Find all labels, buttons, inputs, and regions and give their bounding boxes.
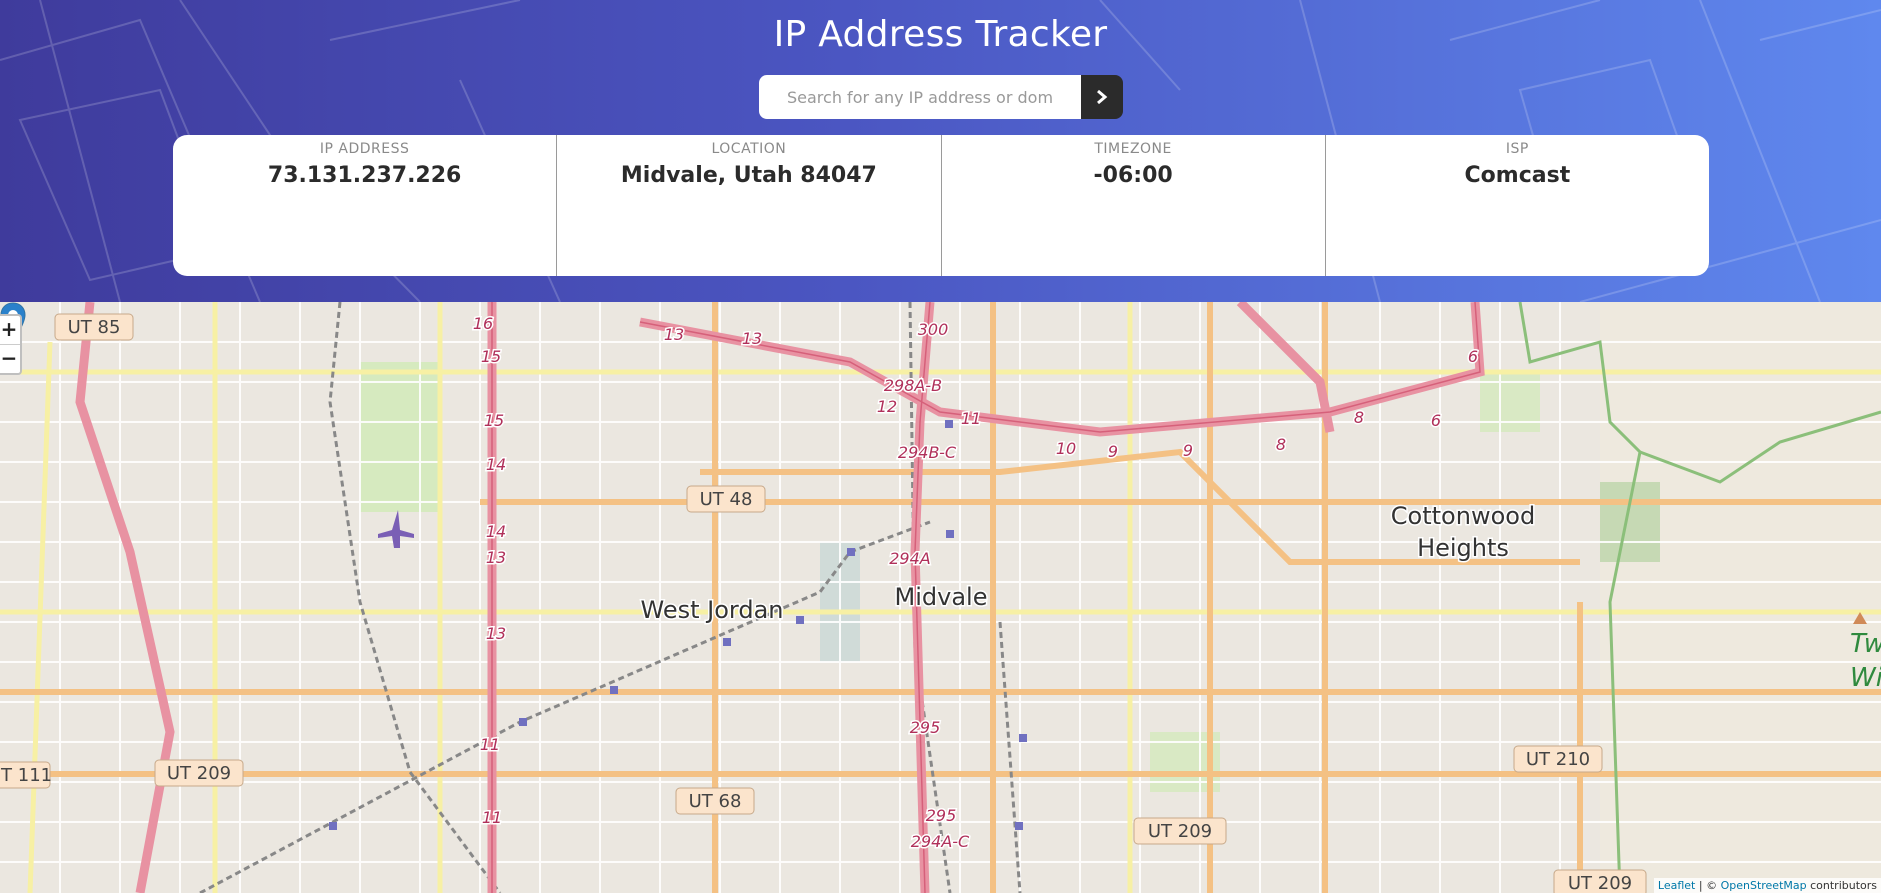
map[interactable]: UT 85 UT 48 UT 209 UT 68 UT 209 UT 210 U… (0, 302, 1881, 893)
timezone-label: TIMEZONE (1094, 141, 1172, 157)
svg-text:UT 209: UT 209 (1148, 821, 1212, 842)
exit-label: 6 (1431, 411, 1441, 430)
exit-label: 294A (889, 549, 930, 568)
shield-ut209-east: UT 209 (1133, 817, 1227, 845)
ip-address-label: IP ADDRESS (319, 141, 410, 157)
place-west-jordan: West Jordan (641, 596, 784, 624)
isp-label: ISP (1505, 141, 1529, 157)
exit-label: 13 (742, 329, 762, 348)
location-value: Midvale, Utah 84047 (620, 163, 877, 188)
shield-ut48: UT 48 (686, 485, 766, 513)
shield-ut209-south: UT 209 (1553, 869, 1647, 893)
zoom-in-button[interactable]: + (0, 316, 20, 344)
exit-label: 9 (1183, 441, 1193, 460)
exit-label: 294B-C (898, 443, 957, 462)
isp-cell: ISP Comcast (1324, 135, 1709, 276)
search-bar (759, 75, 1123, 119)
park-label: Wi (1850, 663, 1881, 693)
zoom-out-button[interactable]: − (0, 344, 20, 373)
exit-label: 13 (664, 325, 684, 344)
search-input[interactable] (759, 75, 1081, 119)
shield-ut68: UT 68 (675, 787, 755, 815)
exit-label: 8 (1276, 435, 1286, 454)
shield-ut209-west: UT 209 (154, 759, 244, 787)
svg-text:UT 210: UT 210 (1526, 749, 1590, 770)
svg-text:UT 48: UT 48 (700, 489, 753, 510)
ip-address-cell: IP ADDRESS 73.131.237.226 (173, 135, 556, 276)
exit-label: 295 (910, 718, 941, 737)
page-title: IP Address Tracker (773, 14, 1108, 55)
exit-label: 295 (926, 806, 957, 825)
timezone-value: -06:00 (1093, 163, 1173, 188)
location-cell: LOCATION Midvale, Utah 84047 (556, 135, 940, 276)
osm-link[interactable]: OpenStreetMap (1721, 879, 1807, 892)
exit-label: 11 (480, 735, 500, 754)
map-attribution: Leaflet | © OpenStreetMap contributors (1653, 878, 1881, 893)
exit-label: 6 (1468, 347, 1478, 366)
ip-address-value: 73.131.237.226 (267, 163, 462, 188)
shield-ut111: UT 111 (0, 761, 52, 789)
svg-text:UT 68: UT 68 (689, 791, 742, 812)
search-submit-button[interactable] (1081, 75, 1123, 119)
isp-value: Comcast (1464, 163, 1571, 188)
exit-label: 300 (918, 320, 949, 339)
exit-label: 15 (481, 347, 501, 366)
exit-label: 8 (1354, 408, 1364, 427)
park-label: Tw (1850, 629, 1881, 659)
shield-ut210: UT 210 (1513, 745, 1603, 773)
attribution-suffix: contributors (1806, 879, 1877, 892)
zoom-control: + − (0, 314, 22, 375)
map-tiles: UT 85 UT 48 UT 209 UT 68 UT 209 UT 210 U… (0, 302, 1881, 893)
exit-label: 12 (877, 397, 897, 416)
exit-label: 14 (486, 455, 506, 474)
location-label: LOCATION (711, 141, 787, 157)
exit-label: 10 (1056, 439, 1076, 458)
exit-label: 11 (961, 409, 981, 428)
exit-label: 16 (473, 314, 493, 333)
header: IP Address Tracker IP ADDRESS 73.131.237… (0, 0, 1881, 302)
exit-label: 13 (486, 624, 506, 643)
chevron-right-icon (1097, 89, 1108, 105)
svg-text:UT 85: UT 85 (68, 317, 121, 338)
exit-label: 14 (486, 522, 506, 541)
exit-label: 13 (486, 548, 506, 567)
ip-info-card: IP ADDRESS 73.131.237.226 LOCATION Midva… (173, 135, 1709, 276)
svg-text:UT 209: UT 209 (1568, 873, 1632, 893)
svg-text:UT 111: UT 111 (0, 765, 52, 786)
place-heights: Heights (1417, 534, 1509, 562)
timezone-cell: TIMEZONE -06:00 (940, 135, 1325, 276)
exit-label: 11 (482, 808, 502, 827)
exit-label: 294A-C (911, 832, 970, 851)
attribution-separator: | © (1695, 879, 1721, 892)
place-cottonwood: Cottonwood (1391, 502, 1535, 530)
shield-ut85: UT 85 (54, 313, 134, 341)
exit-label: 15 (484, 411, 504, 430)
place-midvale: Midvale (895, 583, 988, 611)
svg-text:UT 209: UT 209 (167, 763, 231, 784)
exit-label: 9 (1108, 442, 1118, 461)
leaflet-link[interactable]: Leaflet (1658, 879, 1695, 892)
exit-label: 298A-B (884, 376, 942, 395)
